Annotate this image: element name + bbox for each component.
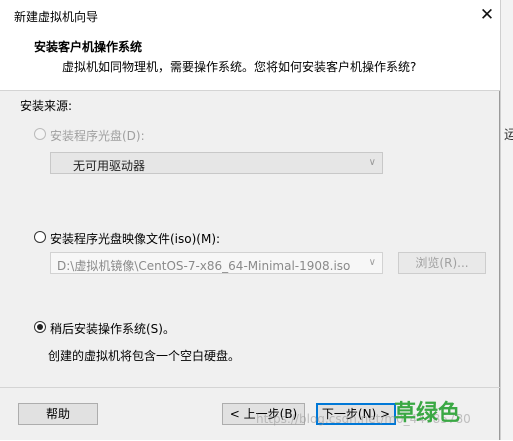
wizard-header: 安装客户机操作系统 虚拟机如同物理机，需要操作系统。您将如何安装客户机操作系统? [0,30,500,91]
radio-install-later-label: 稍后安装操作系统(S)。 [50,322,175,336]
window-title: 新建虚拟机向导 [14,10,99,24]
background-window-strip: 运 [500,0,513,440]
chevron-down-icon: ∨ [368,157,376,168]
chevron-down-icon: ∨ [368,257,376,268]
radio-installer-disc-label: 安装程序光盘(D): [50,129,145,143]
close-icon[interactable]: ✕ [474,2,500,28]
help-button[interactable]: 帮助 [18,403,98,425]
iso-path-value: D:\虚拟机镜像\CentOS-7-x86_64-Minimal-1908.is… [57,259,351,273]
install-source-panel: 安装来源: 安装程序光盘(D): 无可用驱动器 ∨ 安装程序光盘映像文件(iso… [0,91,500,386]
background-partial-text: 运 [504,124,513,143]
disc-drive-select-value: 无可用驱动器 [73,159,146,173]
radio-selected-dot [37,324,43,330]
install-later-hint: 创建的虚拟机将包含一个空白硬盘。 [48,349,241,363]
install-source-label: 安装来源: [20,99,73,113]
browse-button[interactable]: 浏览(R)... [398,252,486,274]
radio-installer-disc[interactable] [34,128,46,140]
radio-install-later[interactable] [34,321,46,333]
new-vm-wizard-dialog: 新建虚拟机向导 ✕ 安装客户机操作系统 虚拟机如同物理机，需要操作系统。您将如何… [0,0,500,440]
overlay-annotation: 草绿色 [394,401,461,426]
disc-drive-select[interactable]: 无可用驱动器 ∨ [50,152,383,174]
header-title: 安装客户机操作系统 [34,40,143,54]
header-description: 虚拟机如同物理机，需要操作系统。您将如何安装客户机操作系统? [62,60,417,74]
radio-iso-image-label: 安装程序光盘映像文件(iso)(M): [50,232,221,246]
iso-path-field[interactable]: D:\虚拟机镜像\CentOS-7-x86_64-Minimal-1908.is… [50,252,383,274]
title-bar: 新建虚拟机向导 ✕ [0,0,500,30]
radio-iso-image[interactable] [34,231,46,243]
